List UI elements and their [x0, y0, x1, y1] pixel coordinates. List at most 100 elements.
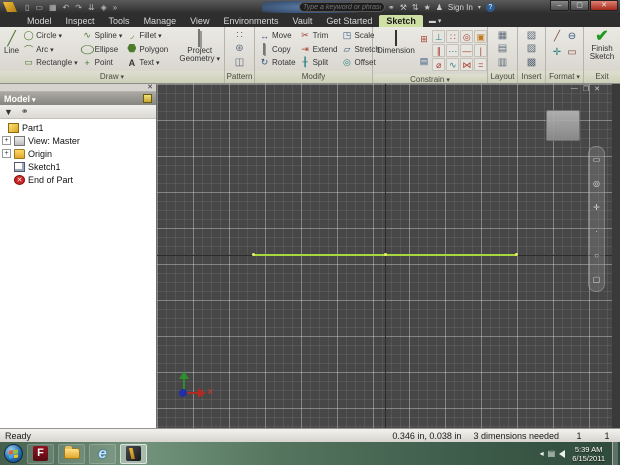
tab-manage[interactable]: Manage	[137, 15, 184, 27]
symmetric-constraint-icon[interactable]: ⋈	[460, 58, 474, 71]
select-icon[interactable]: ◈	[101, 3, 107, 12]
horizontal-constraint-icon[interactable]: ―	[460, 44, 474, 57]
mirror-icon[interactable]: ◫	[235, 56, 244, 69]
orbit-icon[interactable]: ○	[594, 251, 599, 260]
split-button[interactable]: ╂ Split	[298, 56, 340, 69]
taskbar-clock[interactable]: 5:39 AM 6/15/2011	[572, 445, 605, 463]
save-icon[interactable]: ▦	[49, 3, 57, 12]
arc-button[interactable]: ⌒ Arc	[21, 43, 80, 56]
concentric-constraint-icon[interactable]: ◎	[460, 30, 474, 43]
doc-restore-icon[interactable]: ❐	[583, 85, 589, 93]
zoom-icon[interactable]: ·	[595, 227, 598, 236]
view-cube[interactable]	[546, 110, 580, 141]
tab-view[interactable]: View	[183, 15, 216, 27]
panel-label-modify[interactable]: Modify	[255, 71, 372, 83]
tree-item-end-of-part[interactable]: ✕ End of Part	[0, 173, 156, 186]
fix-constraint-icon[interactable]: ▣	[474, 30, 488, 43]
taskbar-item-f-app[interactable]: F	[27, 443, 54, 464]
driven-dimension-icon[interactable]: ▭	[565, 46, 579, 61]
fillet-button[interactable]: ◞ Fillet	[124, 29, 170, 42]
collinear-constraint-icon[interactable]: ⋯	[446, 44, 460, 57]
network-icon[interactable]: ▤	[548, 449, 556, 458]
navbar-top-icon[interactable]: ▭	[593, 155, 601, 164]
update-icon[interactable]: ⇊	[88, 3, 95, 12]
open-file-icon[interactable]: ▭	[35, 3, 43, 12]
hidden-icons-icon[interactable]: ◂	[540, 449, 544, 458]
insert-acad-icon[interactable]: ▩	[527, 56, 536, 69]
polygon-button[interactable]: Polygon	[124, 43, 170, 56]
inventor-app-icon[interactable]	[3, 2, 17, 12]
ellipse-button[interactable]: ◯ Ellipse	[80, 43, 125, 56]
panel-label-insert[interactable]: Insert	[518, 71, 545, 83]
panel-label-draw[interactable]: Draw	[0, 71, 224, 83]
tab-environments[interactable]: Environments	[216, 15, 285, 27]
expander-icon[interactable]: +	[2, 136, 11, 145]
rotate-button[interactable]: ↻ Rotate	[257, 56, 298, 69]
doc-close-icon[interactable]: ✕	[594, 85, 600, 93]
create-block-icon[interactable]: ▥	[498, 56, 507, 69]
exchange-icon[interactable]: ⇅	[412, 3, 419, 12]
redo-icon[interactable]: ↷	[75, 3, 82, 12]
tab-vault[interactable]: Vault	[285, 15, 319, 27]
line-endpoint-right[interactable]	[515, 253, 518, 256]
rectangle-button[interactable]: ▭ Rectangle	[21, 56, 80, 69]
insert-image-icon[interactable]: ▧	[527, 29, 536, 42]
undo-icon[interactable]: ↶	[63, 3, 70, 12]
browser-header[interactable]: Model	[0, 92, 156, 105]
steering-wheel-icon[interactable]: ◎	[593, 179, 600, 188]
show-constraints-icon[interactable]: ▤	[420, 55, 429, 68]
panel-label-constrain[interactable]: Constrain	[373, 74, 487, 83]
circular-pattern-icon[interactable]: ⊛	[235, 42, 243, 55]
equal-constraint-icon[interactable]: =	[474, 58, 488, 71]
panel-label-format[interactable]: Format	[546, 71, 583, 83]
start-button[interactable]	[4, 444, 23, 463]
centerline-icon[interactable]: ⊖	[565, 30, 579, 45]
rectangular-pattern-icon[interactable]: ∷	[236, 29, 242, 42]
import-points-icon[interactable]: ▨	[527, 42, 536, 55]
extend-button[interactable]: ⇥ Extend	[298, 43, 340, 56]
favorites-star-icon[interactable]: ★	[424, 3, 431, 12]
tab-get-started[interactable]: Get Started	[319, 15, 379, 27]
browser-close-icon[interactable]: ✕	[147, 84, 153, 91]
speaker-icon[interactable]	[559, 449, 566, 458]
tree-item-part1[interactable]: Part1	[0, 121, 156, 134]
text-button[interactable]: A Text	[124, 56, 170, 69]
minimize-button[interactable]: –	[550, 0, 569, 11]
line-button[interactable]: ╱ Line	[2, 28, 21, 70]
line-midpoint[interactable]	[384, 253, 387, 256]
expander-icon[interactable]: +	[2, 149, 11, 158]
tab-tools[interactable]: Tools	[102, 15, 137, 27]
perpendicular-constraint-icon[interactable]: ⊥	[432, 30, 446, 43]
find-icon[interactable]: ⚭	[21, 106, 29, 117]
search-input[interactable]	[299, 2, 385, 12]
browser-doc-icon[interactable]	[143, 94, 152, 103]
sketch-canvas[interactable]: — ❐ ✕ ▭ ◎ ✛ · ○ ▢ X	[157, 84, 612, 428]
parallel-constraint-icon[interactable]: ∥	[432, 44, 446, 57]
help-icon[interactable]: ?	[485, 2, 495, 12]
copy-button[interactable]: Copy	[257, 43, 298, 56]
spline-button[interactable]: ∿ Spline	[80, 29, 125, 42]
tab-model[interactable]: Model	[20, 15, 59, 27]
coincident-constraint-icon[interactable]: ∷	[446, 30, 460, 43]
finish-sketch-button[interactable]: ✔ Finish Sketch	[588, 28, 616, 70]
tab-inspect[interactable]: Inspect	[59, 15, 102, 27]
pan-icon[interactable]: ✛	[593, 203, 600, 212]
panel-label-layout[interactable]: Layout	[488, 71, 517, 83]
sketch-line[interactable]	[252, 253, 518, 256]
filter-icon[interactable]: ▼	[4, 107, 13, 117]
line-endpoint-left[interactable]	[252, 253, 255, 256]
show-desktop-button[interactable]	[612, 442, 618, 465]
tree-item-view-master[interactable]: + View: Master	[0, 134, 156, 147]
construction-line-icon[interactable]: ╱	[550, 30, 564, 45]
center-point-icon[interactable]: ✛	[550, 46, 564, 61]
signin-dropdown-icon[interactable]: ▾	[478, 4, 481, 11]
dimension-button[interactable]: Dimension	[375, 28, 417, 73]
close-button[interactable]: ✕	[590, 0, 618, 11]
wrench-icon[interactable]: ⚒	[400, 3, 407, 12]
browser-grip[interactable]: ✕	[0, 84, 156, 92]
sign-in-button[interactable]: Sign In	[448, 3, 473, 12]
circle-button[interactable]: ◯ Circle	[21, 29, 80, 42]
auto-dimension-icon[interactable]: ⊞	[420, 33, 428, 46]
taskbar-item-inventor[interactable]	[120, 443, 147, 464]
look-at-icon[interactable]: ▢	[593, 275, 601, 284]
